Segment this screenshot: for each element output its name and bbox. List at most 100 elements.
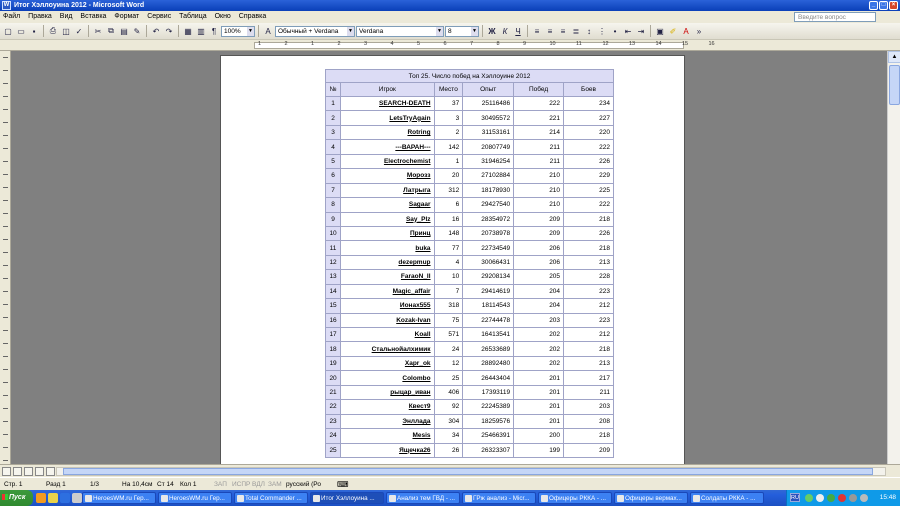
ie-icon[interactable] [60,493,70,503]
show-marks-icon[interactable]: ¶ [208,25,220,37]
print-icon[interactable]: ⎙ [47,25,59,37]
player-name-cell[interactable]: Colombo [340,370,435,386]
start-button[interactable]: Пуск [0,490,33,506]
player-name-cell[interactable]: Say_Plz [340,211,435,227]
player-name-cell[interactable]: FaraoN_II [340,269,435,285]
menu-table[interactable]: Таблица [176,11,209,23]
hscroll-thumb[interactable] [63,468,873,475]
table-icon[interactable]: ▦ [182,25,194,37]
redo-icon[interactable]: ↷ [163,25,175,37]
new-document-icon[interactable]: ▢ [2,25,14,37]
paste-icon[interactable]: ▤ [118,25,130,37]
quicklaunch-more-icon[interactable] [72,493,82,503]
document-page[interactable]: Топ 25. Число побед на Хэллоуине 2012 № … [220,55,685,464]
align-right-icon[interactable]: ≡ [557,25,569,37]
numbering-icon[interactable]: ⋮ [596,25,608,37]
task-officers-wehrmacht[interactable]: Офицеры вермах... [614,492,688,504]
word-app-icon[interactable]: W [2,1,11,10]
player-name-cell[interactable]: buka [340,240,435,256]
vertical-scrollbar[interactable]: ▲ [887,51,900,464]
player-name-cell[interactable]: Морозз [340,168,435,184]
player-name-cell[interactable]: Стальнойалхимик [340,341,435,357]
cut-icon[interactable]: ✂ [92,25,104,37]
player-name-cell[interactable]: рыцар_иван [340,384,435,401]
columns-icon[interactable]: ▥ [195,25,207,37]
folder-icon[interactable] [48,493,58,503]
font-size-select[interactable]: 8 ▼ [445,25,479,37]
scroll-up-icon[interactable]: ▲ [888,51,900,63]
help-search-input[interactable]: Введите вопрос [794,12,876,22]
player-name-cell[interactable]: dezepmup [340,254,435,271]
menu-tools[interactable]: Сервис [144,11,174,23]
task-analysis-gvd[interactable]: Анализ тем ГВД - ... [386,492,460,504]
task-word-active[interactable]: Итог Хэллоуина ... [310,492,384,504]
tray-volume-icon[interactable] [849,494,857,502]
increase-indent-icon[interactable]: ⇥ [635,25,647,37]
menu-window[interactable]: Окно [212,11,234,23]
decrease-indent-icon[interactable]: ⇤ [622,25,634,37]
highlight-icon[interactable]: ✐ [667,25,679,37]
tray-antivirus-icon[interactable] [838,494,846,502]
borders-icon[interactable]: ▣ [654,25,666,37]
align-left-icon[interactable]: ≡ [531,25,543,37]
player-name-cell[interactable]: Kozak-Ivan [340,312,435,329]
player-name-cell[interactable]: Mesis [340,428,435,444]
toolbar-options-icon[interactable]: » [693,25,705,37]
task-heroes-1[interactable]: HeroesWM.ru Гер... [82,492,156,504]
tray-network-icon[interactable] [805,494,813,502]
scroll-thumb[interactable] [889,65,900,105]
menu-format[interactable]: Формат [111,11,142,23]
tray-icq-icon[interactable] [827,494,835,502]
reading-view-icon[interactable] [46,467,55,476]
preview-icon[interactable]: ◫ [60,25,72,37]
style-select[interactable]: Обычный + Verdana ▼ [275,25,355,37]
justify-icon[interactable]: ≣ [570,25,582,37]
italic-icon[interactable]: К [499,25,511,37]
menu-view[interactable]: Вид [57,11,76,23]
menu-file[interactable]: Файл [0,11,23,23]
player-name-cell[interactable]: Ионах555 [340,298,435,314]
player-name-cell[interactable]: Sagaar [340,197,435,213]
player-name-cell[interactable]: Magic_affair [340,283,435,300]
player-name-cell[interactable]: LetsTryAgain [340,110,435,126]
spelling-icon[interactable]: ✓ [73,25,85,37]
minimize-button[interactable]: _ [869,1,878,10]
tray-misc-icon[interactable] [860,494,868,502]
player-name-cell[interactable]: Квест9 [340,399,435,415]
underline-icon[interactable]: Ч [512,25,524,37]
font-select[interactable]: Verdana ▼ [356,25,444,37]
horizontal-scrollbar[interactable] [56,467,886,476]
format-painter-icon[interactable]: ✎ [131,25,143,37]
player-name-cell[interactable]: Electrochemist [340,153,435,170]
player-name-cell[interactable]: Принц [340,225,435,242]
horizontal-ruler[interactable]: 1 2 1 2 3 4 5 6 7 8 9 10 11 12 13 14 15 16 [0,40,900,51]
language-indicator[interactable]: RU [790,493,800,502]
align-center-icon[interactable]: ≡ [544,25,556,37]
open-folder-icon[interactable]: ▭ [15,25,27,37]
web-view-icon[interactable] [13,467,22,476]
copy-icon[interactable]: ⧉ [105,25,117,37]
player-name-cell[interactable]: SEARCH-DEATH [340,95,435,112]
task-soldiers-rkka[interactable]: Солдаты РККА - ... [690,492,764,504]
font-color-icon[interactable]: A [680,25,692,37]
line-spacing-icon[interactable]: ↕ [583,25,595,37]
styles-pane-icon[interactable]: A [262,25,274,37]
menu-edit[interactable]: Правка [25,11,55,23]
save-icon[interactable]: ▪ [28,25,40,37]
player-name-cell[interactable]: Латрыга [340,182,435,199]
task-heroes-2[interactable]: HeroesWM.ru Гер... [158,492,232,504]
close-button[interactable]: × [889,1,898,10]
task-total-commander[interactable]: Total Commander ... [234,492,308,504]
player-name-cell[interactable]: Энллада [340,413,435,430]
firefox-icon[interactable] [36,493,46,503]
outline-view-icon[interactable] [35,467,44,476]
bullets-icon[interactable]: • [609,25,621,37]
zoom-select[interactable]: 100% ▼ [221,25,255,37]
menu-help[interactable]: Справка [236,11,269,23]
normal-view-icon[interactable] [2,467,11,476]
tray-skype-icon[interactable] [816,494,824,502]
bold-icon[interactable]: Ж [486,25,498,37]
player-name-cell[interactable]: Xapr_ok [340,355,435,372]
menu-insert[interactable]: Вставка [77,11,109,23]
player-name-cell[interactable]: Rotring [340,124,435,141]
